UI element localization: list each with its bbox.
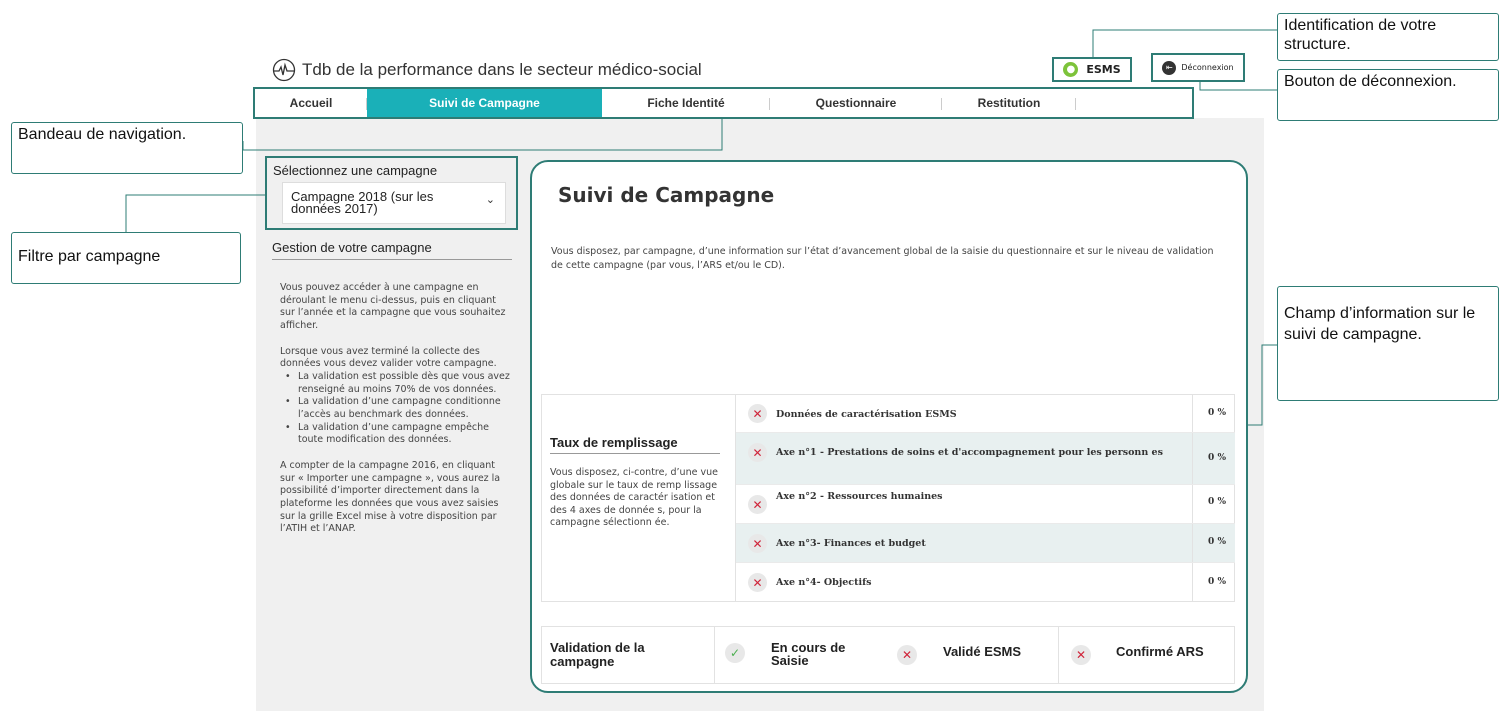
esms-structure-button[interactable]: ● ESMS (1052, 57, 1132, 82)
fill-rate-percent: 0 % (1208, 453, 1226, 463)
status-confirme-ars: Confirmé ARS (1116, 644, 1204, 659)
fill-rate-row: ✕ Axe n°2 - Ressources humaines 0 % (736, 485, 1235, 524)
cross-icon: ✕ (1071, 645, 1091, 665)
fill-rate-row: ✕ Données de caractérisation ESMS 0 % (736, 394, 1235, 433)
gestion-paragraph-1: Vous pouvez accéder à une campagne en dé… (280, 282, 506, 332)
fill-rate-percent: 0 % (1208, 497, 1226, 507)
validation-divider (1058, 626, 1059, 684)
validation-divider (714, 626, 715, 684)
campaign-select-value: Campagne 2018 (sur les données 2017) (291, 189, 434, 216)
fill-rate-intro: Taux de remplissage Vous disposez, ci-co… (550, 435, 727, 530)
gestion-bullet: La validation d’une campagne empêche tou… (280, 422, 512, 447)
tab-questionnaire[interactable]: Questionnaire (770, 89, 942, 117)
cross-icon: ✕ (748, 534, 767, 553)
logout-label: Déconnexion (1181, 63, 1234, 72)
campaign-filter: Sélectionnez une campagne Campagne 2018 … (265, 156, 518, 230)
gestion-bullet: La validation est possible dès que vous … (280, 371, 512, 396)
callout-bandeau-navigation: Bandeau de navigation. (11, 122, 243, 174)
fill-rate-label: Axe n°3- Finances et budget (776, 538, 926, 549)
cross-icon: ✕ (748, 495, 767, 514)
logout-icon: ⇤ (1162, 60, 1177, 75)
fill-rate-row: ✕ Axe n°4- Objectifs 0 % (736, 563, 1235, 602)
tab-accueil[interactable]: Accueil (255, 89, 367, 117)
fill-rate-title: Taux de remplissage (550, 435, 720, 454)
fill-rate-table: ✕ Données de caractérisation ESMS 0 % ✕ … (735, 394, 1235, 602)
page-title: Suivi de Campagne (558, 183, 775, 207)
callout-identification: Identification de votre structure. (1277, 13, 1499, 61)
fill-rate-description: Vous disposez, ci-contre, d’une vue glob… (550, 467, 718, 528)
fill-rate-label: Axe n°1 - Prestations de soins et d'acco… (776, 447, 1163, 458)
esms-label: ESMS (1086, 63, 1121, 76)
cross-icon: ✕ (748, 573, 767, 592)
tab-fiche-identite[interactable]: Fiche Identité (602, 89, 770, 117)
logout-button[interactable]: ⇤ Déconnexion (1151, 53, 1245, 82)
gestion-paragraph-3: A compter de la campagne 2016, en cliqua… (280, 459, 501, 535)
tab-restitution[interactable]: Restitution (942, 89, 1076, 117)
validation-title: Validation de la campagne (550, 640, 645, 669)
tab-spacer (1076, 89, 1192, 117)
gestion-bullet: La validation d’une campagne conditionne… (280, 396, 512, 421)
app-logo-icon (272, 58, 296, 82)
user-icon: ● (1063, 62, 1079, 77)
callout-filtre-campagne: Filtre par campagne (11, 232, 241, 284)
fill-rate-label: Axe n°2 - Ressources humaines (776, 491, 943, 502)
fill-rate-row: ✕ Axe n°1 - Prestations de soins et d'ac… (736, 433, 1235, 485)
status-valide-esms: Validé ESMS (943, 644, 1022, 659)
navigation-bar: Accueil Suivi de Campagne Fiche Identité… (253, 87, 1194, 119)
app-title: Tdb de la performance dans le secteur mé… (302, 60, 702, 79)
status-en-cours-de-saisie: En cours de Saisie (771, 640, 846, 668)
cross-icon: ✕ (897, 645, 917, 665)
check-icon: ✓ (725, 643, 745, 663)
gestion-paragraph-2: Lorsque vous avez terminé la collecte de… (280, 345, 497, 370)
fill-rate-row: ✕ Axe n°3- Finances et budget 0 % (736, 524, 1235, 563)
fill-rate-label: Axe n°4- Objectifs (776, 577, 872, 588)
cross-icon: ✕ (748, 404, 767, 423)
gestion-title: Gestion de votre campagne (272, 240, 512, 260)
fill-rate-percent: 0 % (1208, 408, 1226, 418)
app-brand[interactable]: Tdb de la performance dans le secteur mé… (272, 56, 702, 84)
fill-rate-label: Données de caractérisation ESMS (776, 409, 957, 420)
page-description: Vous disposez, par campagne, d’une infor… (551, 246, 1214, 271)
chevron-down-icon: ⌄ (485, 193, 495, 206)
campaign-filter-label: Sélectionnez une campagne (273, 163, 438, 178)
callout-champ-information: Champ d’information sur le suivi de camp… (1277, 286, 1499, 401)
gestion-help-text: Vous pouvez accéder à une campagne en dé… (280, 282, 512, 549)
fill-rate-percent: 0 % (1208, 577, 1226, 587)
callout-deconnexion: Bouton de déconnexion. (1277, 69, 1499, 121)
gestion-bullets: La validation est possible dès que vous … (280, 371, 512, 447)
tab-suivi-de-campagne[interactable]: Suivi de Campagne (367, 89, 602, 117)
campaign-select[interactable]: Campagne 2018 (sur les données 2017) ⌄ (282, 182, 506, 224)
fill-rate-percent: 0 % (1208, 537, 1226, 547)
